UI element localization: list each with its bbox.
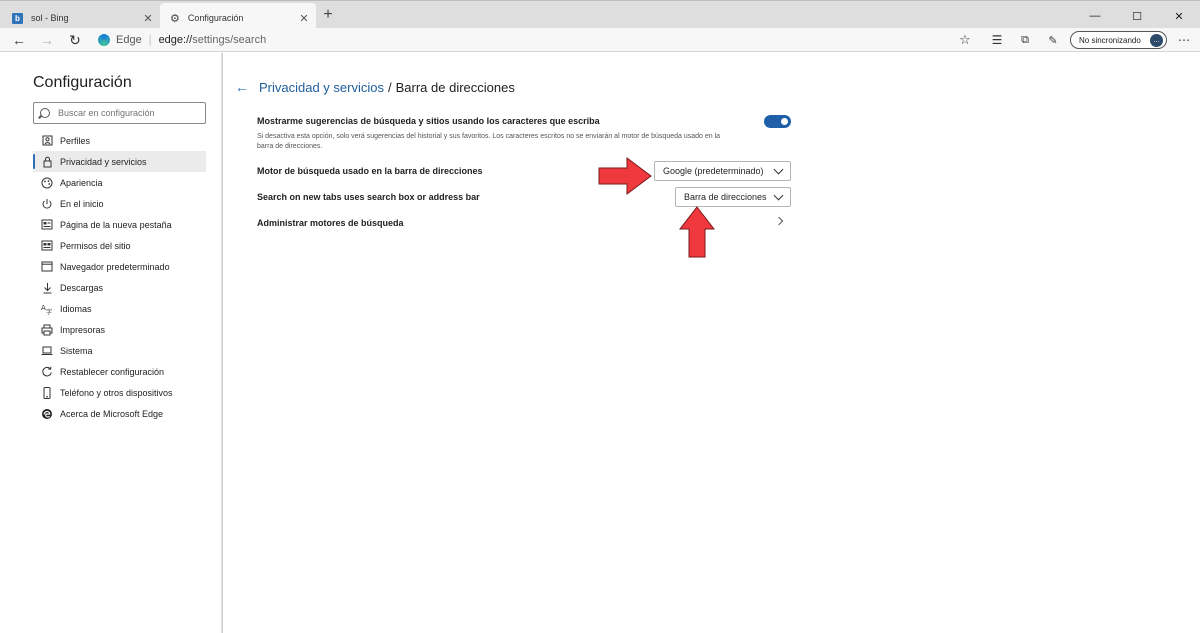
lock-icon <box>40 155 54 169</box>
maximize-button[interactable]: ☐ <box>1116 1 1158 31</box>
sidebar-item-sistema[interactable]: Sistema <box>33 340 206 361</box>
site-permissions-icon <box>40 239 54 253</box>
url-path: settings/search <box>192 34 267 46</box>
toggle-knob <box>781 118 788 125</box>
dropdown-value: Barra de direcciones <box>684 192 767 202</box>
sidebar-title: Configuración <box>33 74 132 91</box>
sidebar-item-permisos[interactable]: Permisos del sitio <box>33 235 206 256</box>
sidebar-item-apariencia[interactable]: Apariencia <box>33 172 206 193</box>
edge-icon <box>98 34 110 46</box>
collections-icon[interactable]: ⧉ <box>1016 32 1034 48</box>
sidebar-item-label: Idiomas <box>60 303 92 314</box>
search-input[interactable] <box>58 108 198 118</box>
search-engine-setting-title: Motor de búsqueda usado en la barra de d… <box>257 166 483 176</box>
chevron-down-icon <box>773 190 784 201</box>
settings-page: Configuración Perfiles Privacidad y serv… <box>0 53 1200 633</box>
settings-main-panel: ← Privacidad y servicios / Barra de dire… <box>222 53 1200 633</box>
close-icon[interactable]: ✕ <box>296 12 312 25</box>
sidebar-item-navegador[interactable]: Navegador predeterminado <box>33 256 206 277</box>
sidebar-item-label: Apariencia <box>60 177 103 188</box>
tab-title: sol - Bing <box>31 13 69 23</box>
sidebar-item-label: En el inicio <box>60 198 104 209</box>
palette-icon <box>40 176 54 190</box>
settings-sidebar: Configuración Perfiles Privacidad y serv… <box>22 53 222 633</box>
laptop-icon <box>40 344 54 358</box>
sidebar-item-label: Página de la nueva pestaña <box>60 219 172 230</box>
sidebar-item-descargas[interactable]: Descargas <box>33 277 206 298</box>
new-tab-button[interactable]: + <box>318 6 338 24</box>
reset-icon <box>40 365 54 379</box>
suggestions-setting-description: Si desactiva esta opción, solo verá suge… <box>257 133 721 150</box>
settings-search[interactable] <box>33 102 206 124</box>
sidebar-item-inicio[interactable]: En el inicio <box>33 193 206 214</box>
minimize-button[interactable]: — <box>1074 1 1116 31</box>
gear-icon: ⚙ <box>170 12 180 25</box>
url-host: edge:// <box>158 34 193 46</box>
profile-label: No sincronizando <box>1079 35 1141 45</box>
sidebar-item-telefono[interactable]: Teléfono y otros dispositivos <box>33 382 206 403</box>
suggestions-setting-title: Mostrarme sugerencias de búsqueda y siti… <box>257 116 600 126</box>
close-window-button[interactable]: ✕ <box>1158 1 1200 31</box>
close-icon[interactable]: ✕ <box>140 12 156 25</box>
sidebar-item-acerca[interactable]: Acerca de Microsoft Edge <box>33 403 206 424</box>
favorite-star-icon[interactable]: ☆ <box>956 32 974 48</box>
breadcrumb: ← Privacidad y servicios / Barra de dire… <box>235 79 515 95</box>
suggestions-toggle[interactable] <box>764 115 791 128</box>
breadcrumb-link[interactable]: Privacidad y servicios <box>259 80 384 95</box>
sidebar-item-label: Sistema <box>60 345 93 356</box>
sidebar-item-nueva-pestana[interactable]: Página de la nueva pestaña <box>33 214 206 235</box>
edge-icon <box>40 407 54 421</box>
phone-icon <box>40 386 54 400</box>
avatar: ... <box>1150 34 1163 47</box>
person-icon <box>40 134 54 148</box>
newtab-search-dropdown[interactable]: Barra de direcciones <box>675 187 791 207</box>
more-menu-icon[interactable]: ⋯ <box>1175 32 1193 48</box>
sidebar-item-label: Perfiles <box>60 135 91 146</box>
sidebar-item-label: Restablecer configuración <box>60 366 165 377</box>
refresh-icon[interactable]: ↻ <box>66 32 84 48</box>
sidebar-item-privacidad[interactable]: Privacidad y servicios <box>33 151 206 172</box>
annotation-arrow-right-icon <box>598 157 652 195</box>
manage-engines-row[interactable]: Administrar motores de búsqueda <box>257 218 404 228</box>
sidebar-item-label: Acerca de Microsoft Edge <box>60 408 164 419</box>
navigation-bar: ← → ↻ Edge | edge:// settings/search ☆ ☰… <box>0 28 1200 52</box>
power-icon <box>40 197 54 211</box>
back-arrow-icon[interactable]: ← <box>235 79 249 95</box>
annotation-arrow-up-icon <box>678 206 716 258</box>
printer-icon <box>40 323 54 337</box>
search-icon <box>40 108 50 118</box>
sidebar-item-label: Descargas <box>60 282 104 293</box>
sidebar-item-perfiles[interactable]: Perfiles <box>33 130 206 151</box>
sidebar-item-label: Impresoras <box>60 324 106 335</box>
newtab-search-setting-title: Search on new tabs uses search box or ad… <box>257 192 480 202</box>
chevron-right-icon[interactable] <box>774 216 784 226</box>
download-icon <box>40 281 54 295</box>
svg-text:字: 字 <box>46 308 52 315</box>
language-icon: A字 <box>40 302 54 316</box>
profile-button[interactable]: No sincronizando ... <box>1070 31 1167 49</box>
favorites-icon[interactable]: ☰ <box>988 32 1006 48</box>
sidebar-item-label: Navegador predeterminado <box>60 261 170 272</box>
sidebar-item-label: Teléfono y otros dispositivos <box>60 387 173 398</box>
address-bar[interactable]: Edge | edge:// settings/search <box>98 30 978 50</box>
search-engine-dropdown[interactable]: Google (predeterminado) <box>654 161 791 181</box>
sidebar-item-impresoras[interactable]: Impresoras <box>33 319 206 340</box>
sidebar-item-restablecer[interactable]: Restablecer configuración <box>33 361 206 382</box>
site-label: Edge <box>116 34 142 46</box>
feedback-icon[interactable]: ✎ <box>1044 32 1062 48</box>
new-tab-icon <box>40 218 54 232</box>
sidebar-item-idiomas[interactable]: A字 Idiomas <box>33 298 206 319</box>
sidebar-item-label: Privacidad y servicios <box>60 156 147 167</box>
sidebar-item-label: Permisos del sitio <box>60 240 131 251</box>
back-icon[interactable]: ← <box>10 32 28 48</box>
breadcrumb-separator: / <box>388 79 392 95</box>
bing-icon: b <box>12 12 23 24</box>
address-divider: | <box>148 34 152 46</box>
tab-title: Configuración <box>187 13 244 23</box>
browser-icon <box>40 260 54 274</box>
forward-icon[interactable]: → <box>38 32 56 48</box>
chevron-down-icon <box>773 164 784 175</box>
page-title: Barra de direcciones <box>395 79 515 95</box>
dropdown-value: Google (predeterminado) <box>663 166 764 176</box>
